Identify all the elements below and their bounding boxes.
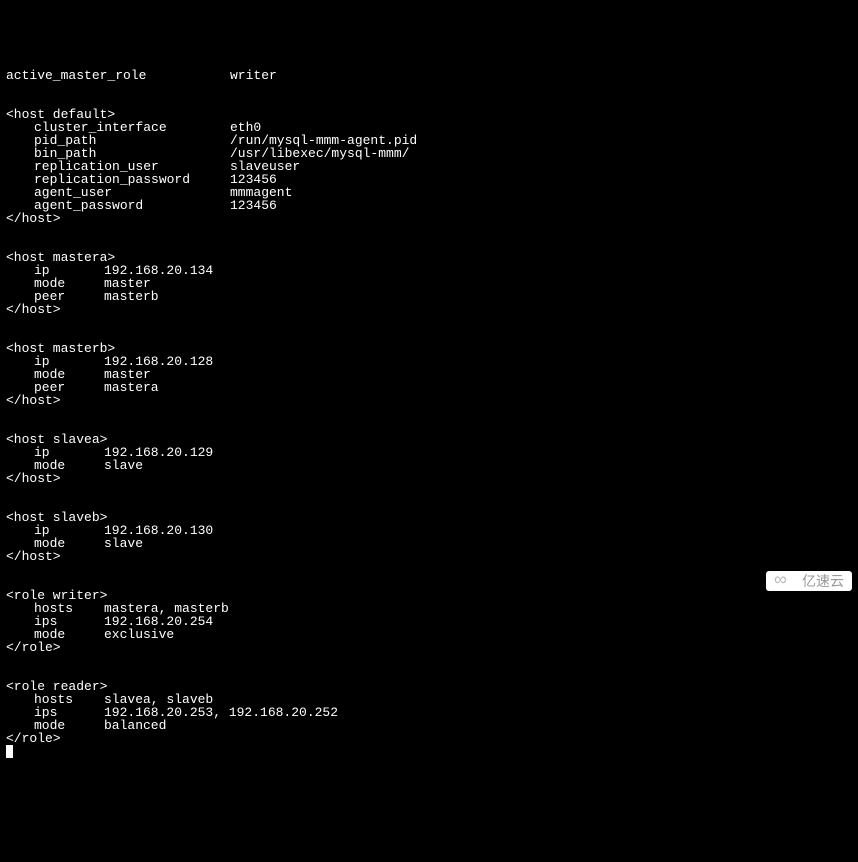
val-ips: 192.168.20.254: [104, 615, 213, 628]
top-line: active_master_rolewriter: [6, 69, 852, 82]
tag-open: <role reader>: [6, 680, 852, 693]
tag-close: </role>: [6, 641, 852, 654]
watermark: 亿速云: [766, 571, 852, 591]
val-hosts: mastera, masterb: [104, 602, 229, 615]
role-reader-block: <role reader>hostsslavea, slavebips192.1…: [6, 680, 852, 758]
key-ips: ips: [34, 706, 104, 719]
watermark-logo-icon: [774, 574, 798, 588]
host-default-block: <host default>cluster_interfaceeth0pid_p…: [6, 108, 852, 225]
tag-open: <role writer>: [6, 589, 852, 602]
role-writer-block: <role writer>hostsmastera, masterbips192…: [6, 589, 852, 654]
host-masterb-block: <host masterb>ip192.168.20.128modemaster…: [6, 342, 852, 407]
val-mode: balanced: [104, 719, 166, 732]
host-slaveb-block: <host slaveb>ip192.168.20.130modeslave</…: [6, 511, 852, 563]
val-mode: exclusive: [104, 628, 174, 641]
key-ips: ips: [34, 615, 104, 628]
key-active-master-role: active_master_role: [6, 69, 230, 82]
val-active-master-role: writer: [230, 69, 277, 82]
tag-close: </host>: [6, 303, 852, 316]
key-mode: mode: [34, 719, 104, 732]
val-ips: 192.168.20.253, 192.168.20.252: [104, 706, 338, 719]
host-slavea-block: <host slavea>ip192.168.20.129modeslave</…: [6, 433, 852, 485]
key-hosts: hosts: [34, 693, 104, 706]
val-peer: mastera: [104, 381, 159, 394]
cursor-line: [6, 745, 852, 758]
tag-close: </host>: [6, 550, 852, 563]
cursor-icon: [6, 745, 13, 758]
val-mode: slave: [104, 537, 143, 550]
val-agent-password: 123456: [230, 199, 277, 212]
tag-close: </role>: [6, 732, 852, 745]
key-hosts: hosts: [34, 602, 104, 615]
tag-close: </host>: [6, 212, 852, 225]
val-hosts: slavea, slaveb: [104, 693, 213, 706]
tag-close: </host>: [6, 472, 852, 485]
key-mode: mode: [34, 628, 104, 641]
tag-close: </host>: [6, 394, 852, 407]
val-peer: masterb: [104, 290, 159, 303]
val-mode: slave: [104, 459, 143, 472]
key-agent-password: agent_password: [34, 199, 230, 212]
host-mastera-block: <host mastera>ip192.168.20.134modemaster…: [6, 251, 852, 316]
watermark-text: 亿速云: [802, 575, 844, 588]
terminal-output: active_master_rolewriter <host default>c…: [6, 56, 852, 771]
